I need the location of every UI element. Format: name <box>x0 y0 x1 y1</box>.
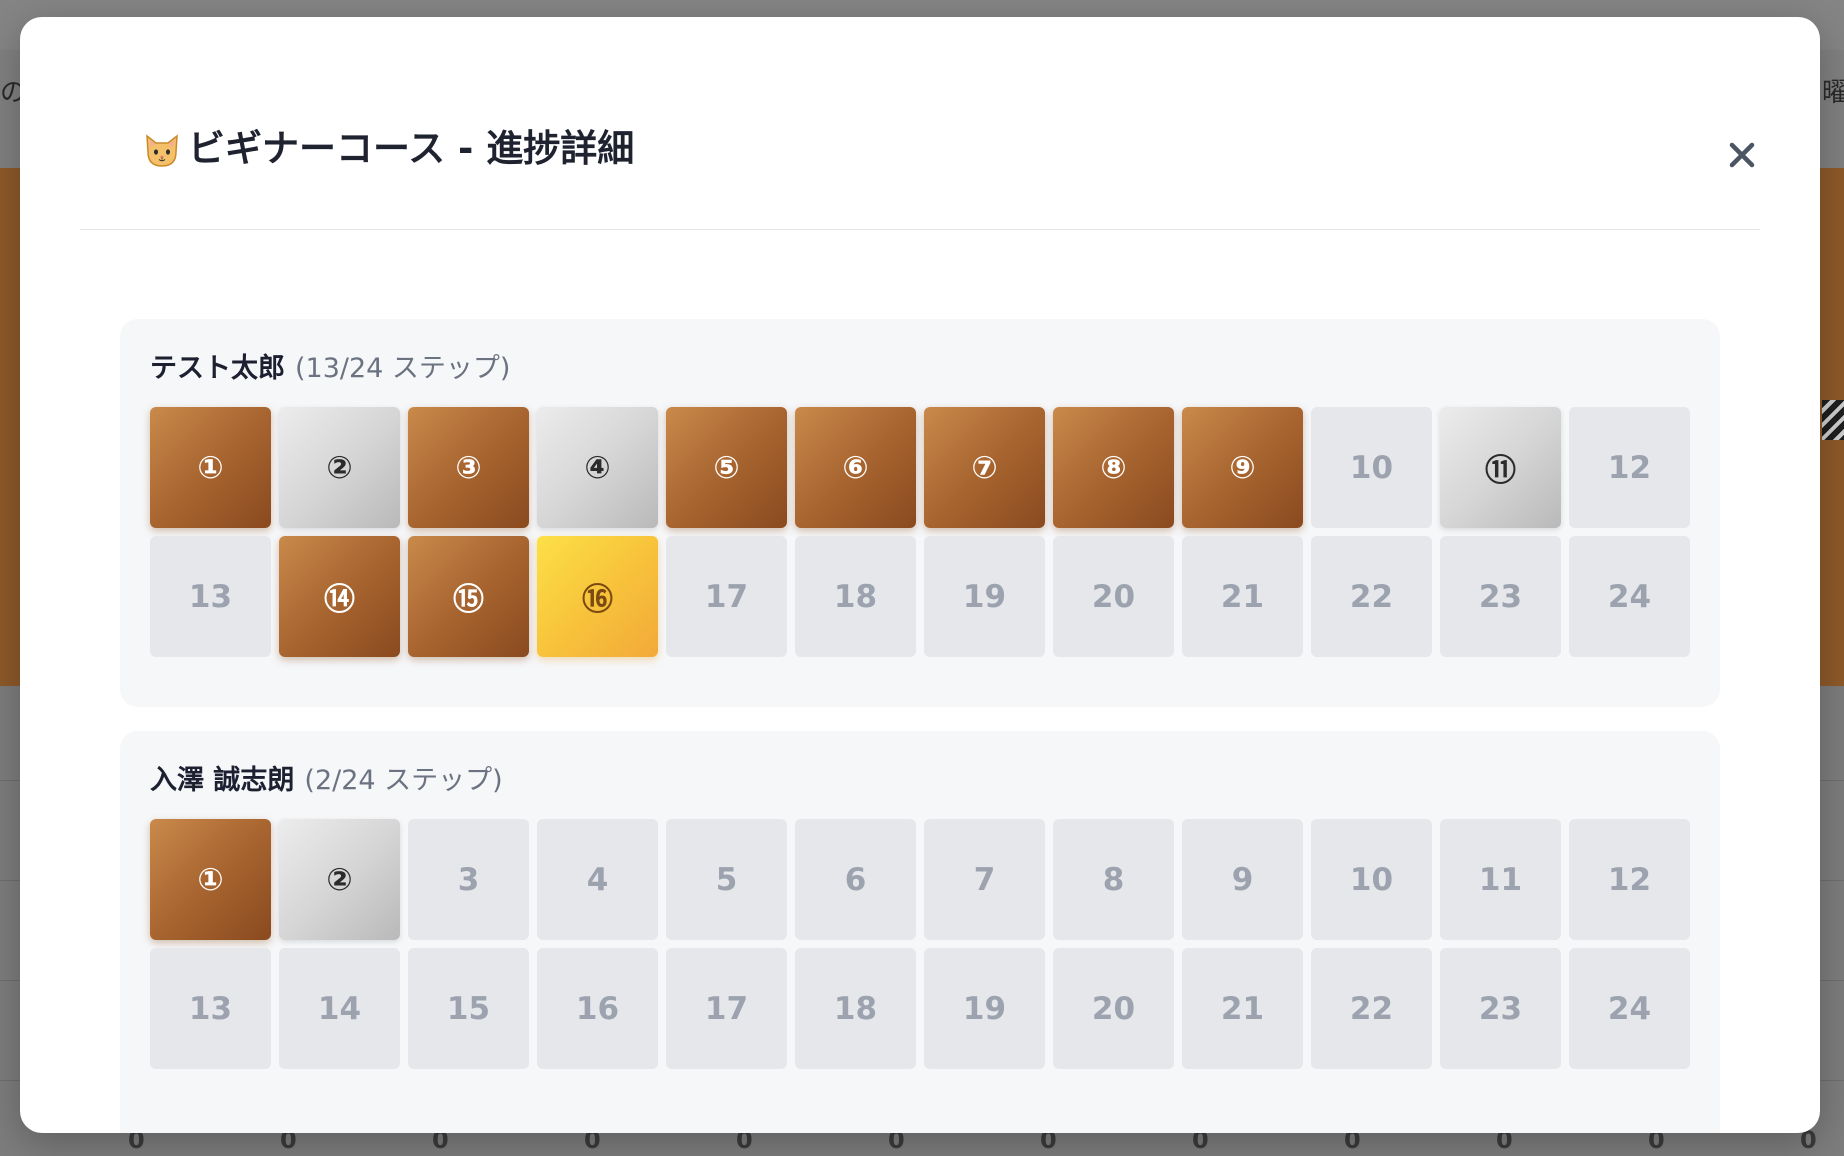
student-progress-card: 入澤 誠志朗 (2/24 ステップ) ① ② 3 4 5 6 7 8 9 10 11 12 13 14 15 1… <box>120 731 1720 1133</box>
step-tile: 17 <box>666 948 787 1069</box>
step-tile: ⑤ <box>666 407 787 528</box>
clapperboard-icon <box>1822 400 1844 440</box>
step-tile: 18 <box>795 948 916 1069</box>
step-tile: 13 <box>150 536 271 657</box>
step-tile: 4 <box>537 819 658 940</box>
step-tile: 19 <box>924 948 1045 1069</box>
step-grid: ① ② 3 4 5 6 7 8 9 10 11 12 13 14 15 16 17 18 19 20 21 22 23 24 <box>150 819 1690 1069</box>
step-tile: 11 <box>1440 819 1561 940</box>
step-tile: 6 <box>795 819 916 940</box>
step-tile: 17 <box>666 536 787 657</box>
step-tile: 24 <box>1569 948 1690 1069</box>
step-grid: ① ② ③ ④ ⑤ ⑥ ⑦ ⑧ ⑨ 10 ⑪ 12 13 ⑭ ⑮ ⑯ 17 18 19 20 21 22 23 24 <box>150 407 1690 657</box>
step-tile: 19 <box>924 536 1045 657</box>
step-tile: 3 <box>408 819 529 940</box>
student-label: 入澤 誠志朗 (2/24 ステップ) <box>150 761 503 801</box>
step-tile: 8 <box>1053 819 1174 940</box>
step-tile: ④ <box>537 407 658 528</box>
step-tile: 20 <box>1053 536 1174 657</box>
step-tile: 24 <box>1569 536 1690 657</box>
step-tile: 10 <box>1311 819 1432 940</box>
step-tile: 18 <box>795 536 916 657</box>
step-tile: 22 <box>1311 536 1432 657</box>
student-name: 入澤 誠志朗 <box>150 765 295 796</box>
step-tile: 16 <box>537 948 658 1069</box>
step-tile: 14 <box>279 948 400 1069</box>
step-tile: ⑧ <box>1053 407 1174 528</box>
step-tile: ① <box>150 819 271 940</box>
background-right-text: 曜 <box>1822 78 1844 108</box>
step-tile: ⑦ <box>924 407 1045 528</box>
close-button[interactable] <box>1720 133 1764 177</box>
student-progress-card: テスト太郎 (13/24 ステップ) ① ② ③ ④ ⑤ ⑥ ⑦ ⑧ ⑨ 10 ⑪ 12 13 ⑭ ⑮ ⑯ 17 1… <box>120 319 1720 707</box>
step-tile: ③ <box>408 407 529 528</box>
step-tile: 12 <box>1569 819 1690 940</box>
step-tile: 10 <box>1311 407 1432 528</box>
step-tile: 23 <box>1440 948 1561 1069</box>
step-tile: ⑨ <box>1182 407 1303 528</box>
step-tile: ⑪ <box>1440 407 1561 528</box>
step-tile: 20 <box>1053 948 1174 1069</box>
step-tile: 21 <box>1182 536 1303 657</box>
step-tile: 5 <box>666 819 787 940</box>
step-tile: 22 <box>1311 948 1432 1069</box>
step-tile: ② <box>279 819 400 940</box>
progress-detail-modal: ビギナーコース - 進捗詳細 テスト太郎 (13/24 ステップ) ①②③④⑤⑥⑦… <box>20 17 1820 1133</box>
step-tile: 15 <box>408 948 529 1069</box>
step-tile: 23 <box>1440 536 1561 657</box>
step-tile: ⑭ <box>279 536 400 657</box>
cat-face-icon <box>146 134 178 167</box>
step-tile: ② <box>279 407 400 528</box>
student-step-count: (13/24 ステップ) <box>295 353 511 384</box>
student-label: テスト太郎 (13/24 ステップ) <box>150 349 510 389</box>
student-name: テスト太郎 <box>150 353 285 384</box>
step-tile: 21 <box>1182 948 1303 1069</box>
modal-header: ビギナーコース - 進捗詳細 <box>80 17 1760 230</box>
step-tile: ① <box>150 407 271 528</box>
close-icon <box>1729 142 1755 168</box>
student-step-count: (2/24 ステップ) <box>304 765 503 796</box>
step-tile: 7 <box>924 819 1045 940</box>
step-tile: 12 <box>1569 407 1690 528</box>
step-tile: 9 <box>1182 819 1303 940</box>
step-tile: ⑯ <box>537 536 658 657</box>
step-tile: ⑮ <box>408 536 529 657</box>
step-tile: 13 <box>150 948 271 1069</box>
modal-title: ビギナーコース - 進捗詳細 <box>188 127 635 170</box>
step-tile: ⑥ <box>795 407 916 528</box>
